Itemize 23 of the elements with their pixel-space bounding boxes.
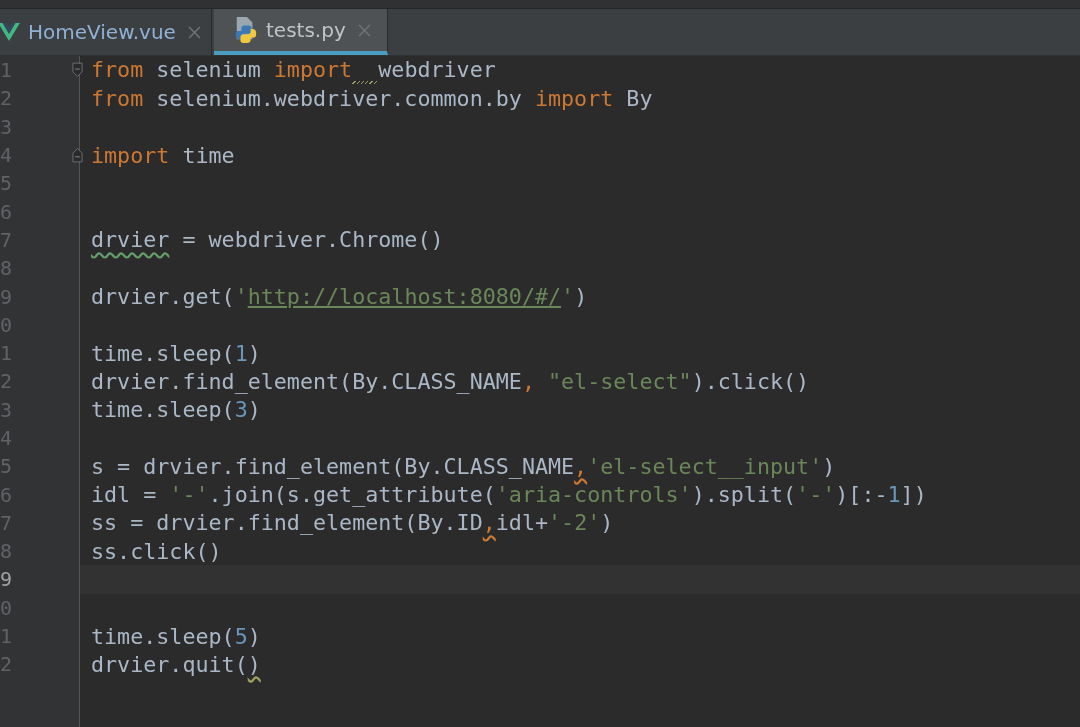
code-line: drvier.get('http://localhost:8080/#/'): [91, 284, 588, 309]
vue-file-icon: [0, 22, 20, 42]
editor-tab[interactable]: tests.py: [214, 9, 388, 55]
python-file-icon: [234, 17, 258, 43]
code-line: s = drvier.find_element(By.CLASS_NAME,'el-select__input'): [91, 453, 836, 479]
code-line: from selenium.webdriver.common.by import By: [91, 85, 653, 111]
code-line: drvier = webdriver.Chrome(): [91, 227, 444, 253]
line-number: 9: [0, 567, 13, 592]
code-line: import time: [91, 142, 235, 168]
code-line: time.sleep(1): [91, 340, 261, 366]
code-line: drvier.find_element(By.CLASS_NAME, "el-select").click(): [91, 368, 810, 394]
editor-tab[interactable]: HomeView.vue: [0, 9, 212, 55]
code-line: from selenium import webdriver: [91, 56, 496, 84]
fold-marker-icon[interactable]: [72, 62, 83, 79]
code-line: ss.click(): [91, 538, 222, 564]
close-icon[interactable]: [357, 23, 371, 37]
code-line: idl = '-'.join(s.get_attribute('aria-controls').split('-')[:-1]): [91, 482, 927, 508]
code-line: time.sleep(5): [91, 623, 261, 649]
code-line: ss = drvier.find_element(By.ID,idl+'-2'): [91, 510, 614, 536]
close-icon[interactable]: [187, 25, 201, 39]
code-line: time.sleep(3): [91, 397, 261, 423]
fold-marker-icon[interactable]: [72, 147, 83, 164]
code-line: drvier.quit(): [91, 651, 261, 677]
